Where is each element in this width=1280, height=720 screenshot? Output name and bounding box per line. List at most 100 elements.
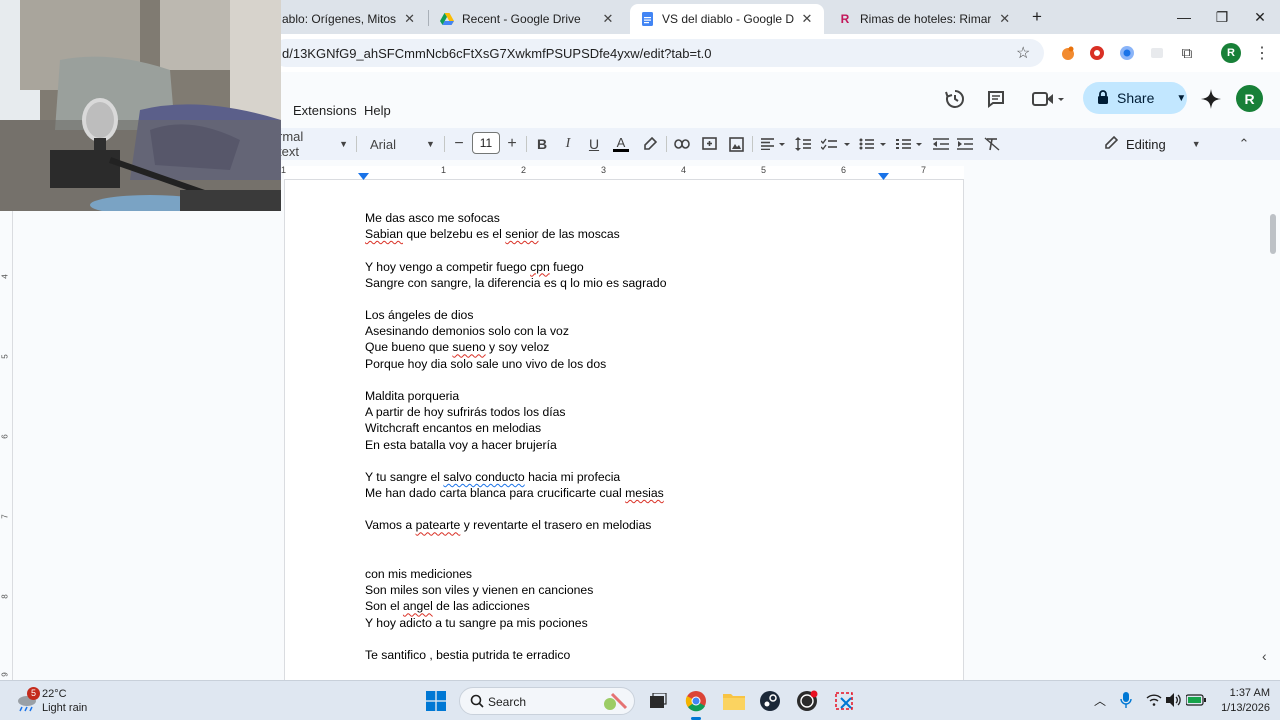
new-tab-button[interactable]: + [1025,6,1049,28]
webcam-overlay [0,0,281,211]
document-line: A partir de hoy sufrirás todos los días [365,405,566,420]
weather-widget[interactable]: 5 22°C Light rain [12,685,92,717]
document-line: Sangre con sangre, la diferencia es q lo… [365,275,667,290]
numbered-list-icon[interactable] [895,132,929,156]
browser-menu-icon[interactable]: ⋮ [1252,43,1272,63]
browser-tab-4[interactable]: R Rimas de hoteles: Rimar.io ✕ [828,4,1022,34]
highlight-pen-icon[interactable] [641,132,659,156]
clock-time[interactable]: 1:37 AM [1220,687,1270,699]
vruler-number: 4 [0,274,10,279]
taskbar-search[interactable]: Search [459,687,635,715]
bookmark-star-icon[interactable]: ☆ [1016,43,1030,63]
battery-charging-icon[interactable] [1185,693,1206,711]
document-scrollbar[interactable] [1270,214,1276,254]
document-page[interactable]: Me das asco me sofocas Sabian que belzebu… [284,180,964,680]
text-run: de las moscas [538,227,620,242]
font-family-dropdown[interactable]: Arial ▼ [370,132,438,156]
tab-close-icon[interactable]: ✕ [600,11,616,27]
increase-indent-icon[interactable] [956,132,974,156]
bulleted-list-icon[interactable] [858,132,892,156]
line-spacing-icon[interactable] [794,132,812,156]
share-label: Share [1117,90,1155,106]
text-run: Y tu sangre el [365,469,444,484]
bold-button[interactable]: B [535,132,549,156]
font-size-input[interactable]: 11 [472,132,500,154]
tab-label: Recent - Google Drive [462,12,581,26]
extension-orange-icon[interactable] [1058,43,1078,63]
menu-help[interactable]: Help [364,103,391,118]
increase-font-size-button[interactable]: + [505,132,519,156]
show-hidden-icons-chevron-up-icon[interactable]: ︿ [1094,692,1106,709]
checklist-icon[interactable] [820,132,854,156]
search-highlight-icon [600,690,630,717]
document-line: Y tu sangre el salvo conducto hacia mi p… [365,470,620,484]
tab-label: Rimas de hoteles: Rimar.io [860,12,992,26]
vruler-number: 8 [0,594,10,599]
file-explorer-icon[interactable] [722,689,746,713]
underline-button[interactable]: U [587,132,601,156]
volume-icon[interactable] [1166,693,1182,712]
text-color-button[interactable]: A [612,132,630,156]
chrome-taskbar-icon[interactable] [684,689,708,713]
version-history-icon[interactable] [942,86,968,112]
address-bar[interactable]: d/13KGNfG9_ahSFCmmNcb6cFtXsG7XwkmfPSUPSD… [272,39,1044,67]
snipping-tool-icon[interactable] [832,689,856,713]
text-run: fuego [549,259,584,274]
maximize-button[interactable]: ❐ [1210,6,1234,28]
side-panel-expand-icon[interactable]: ‹ [1262,648,1267,664]
windows-start-icon[interactable] [424,689,448,713]
collapse-menus-chevron-up-icon[interactable]: ⌃ [1236,132,1252,156]
menu-extensions[interactable]: Extensions [293,103,357,118]
extension-blue-icon[interactable] [1117,43,1137,63]
paragraph-style-label: rmal text [278,129,304,159]
close-window-button[interactable]: ✕ [1248,6,1272,28]
extensions-puzzle-icon[interactable]: ⧉ [1177,43,1197,63]
document-line: Y hoy vengo a competir fuego cpn fuego [365,260,584,274]
document-line: Te santifico , bestia putrida te erradic… [365,647,571,662]
add-comment-icon[interactable] [700,132,718,156]
tab-close-icon[interactable]: ✕ [403,11,416,27]
insert-link-icon[interactable] [673,132,691,156]
flagged-word: Sabian [365,227,403,242]
decrease-font-size-button[interactable]: − [452,132,466,156]
ruler-number: 6 [841,165,847,175]
clear-formatting-icon[interactable] [983,132,1001,156]
task-view-icon[interactable] [646,689,670,713]
extension-red-icon[interactable] [1087,43,1107,63]
meet-video-icon[interactable] [1028,86,1068,112]
editing-mode-label: Editing [1126,136,1166,152]
rimar-icon: R [840,12,850,26]
browser-tab-2[interactable]: Recent - Google Drive ✕ [430,4,626,34]
steam-icon[interactable] [758,689,782,713]
browser-tab-3[interactable]: VS del diablo - Google Docs ✕ [630,4,824,34]
document-line: Me han dado carta blanca para crucificar… [365,486,664,500]
comments-icon[interactable] [983,86,1009,112]
paragraph-style-dropdown[interactable]: rmal text ▼ [278,129,348,159]
extension-gray-icon[interactable] [1147,43,1167,63]
obs-icon[interactable] [795,689,819,713]
tab-close-icon[interactable]: ✕ [800,11,814,27]
share-dropdown-icon[interactable]: ▼ [1176,93,1186,104]
browser-tab-1[interactable]: ablo: Orígenes, Mitos y Cu ✕ [272,4,426,34]
docs-account-avatar[interactable]: R [1236,85,1263,112]
profile-avatar[interactable]: R [1221,43,1241,63]
flagged-word: mesias [625,486,664,501]
minimize-button[interactable]: — [1172,6,1196,28]
clock-date[interactable]: 1/13/2026 [1212,702,1270,714]
flagged-word: senior [505,227,539,242]
ruler-number: 5 [761,165,767,175]
align-icon[interactable] [760,132,788,156]
insert-image-icon[interactable] [727,132,745,156]
decrease-indent-icon[interactable] [932,132,950,156]
document-line: Son miles son viles y vienen en cancione… [365,583,594,598]
vruler-number: 7 [0,514,10,519]
editing-mode-dropdown[interactable]: Editing ▼ [1104,132,1214,156]
share-button[interactable]: Share ▼ [1083,82,1187,114]
vruler-number: 6 [0,434,10,439]
document-line: Son el angel de las adicciones [365,599,530,613]
microphone-icon[interactable] [1120,692,1132,713]
tab-close-icon[interactable]: ✕ [997,11,1012,27]
wifi-icon[interactable] [1146,693,1162,711]
gemini-sparkle-icon[interactable] [1198,86,1224,112]
italic-button[interactable]: I [561,132,575,156]
